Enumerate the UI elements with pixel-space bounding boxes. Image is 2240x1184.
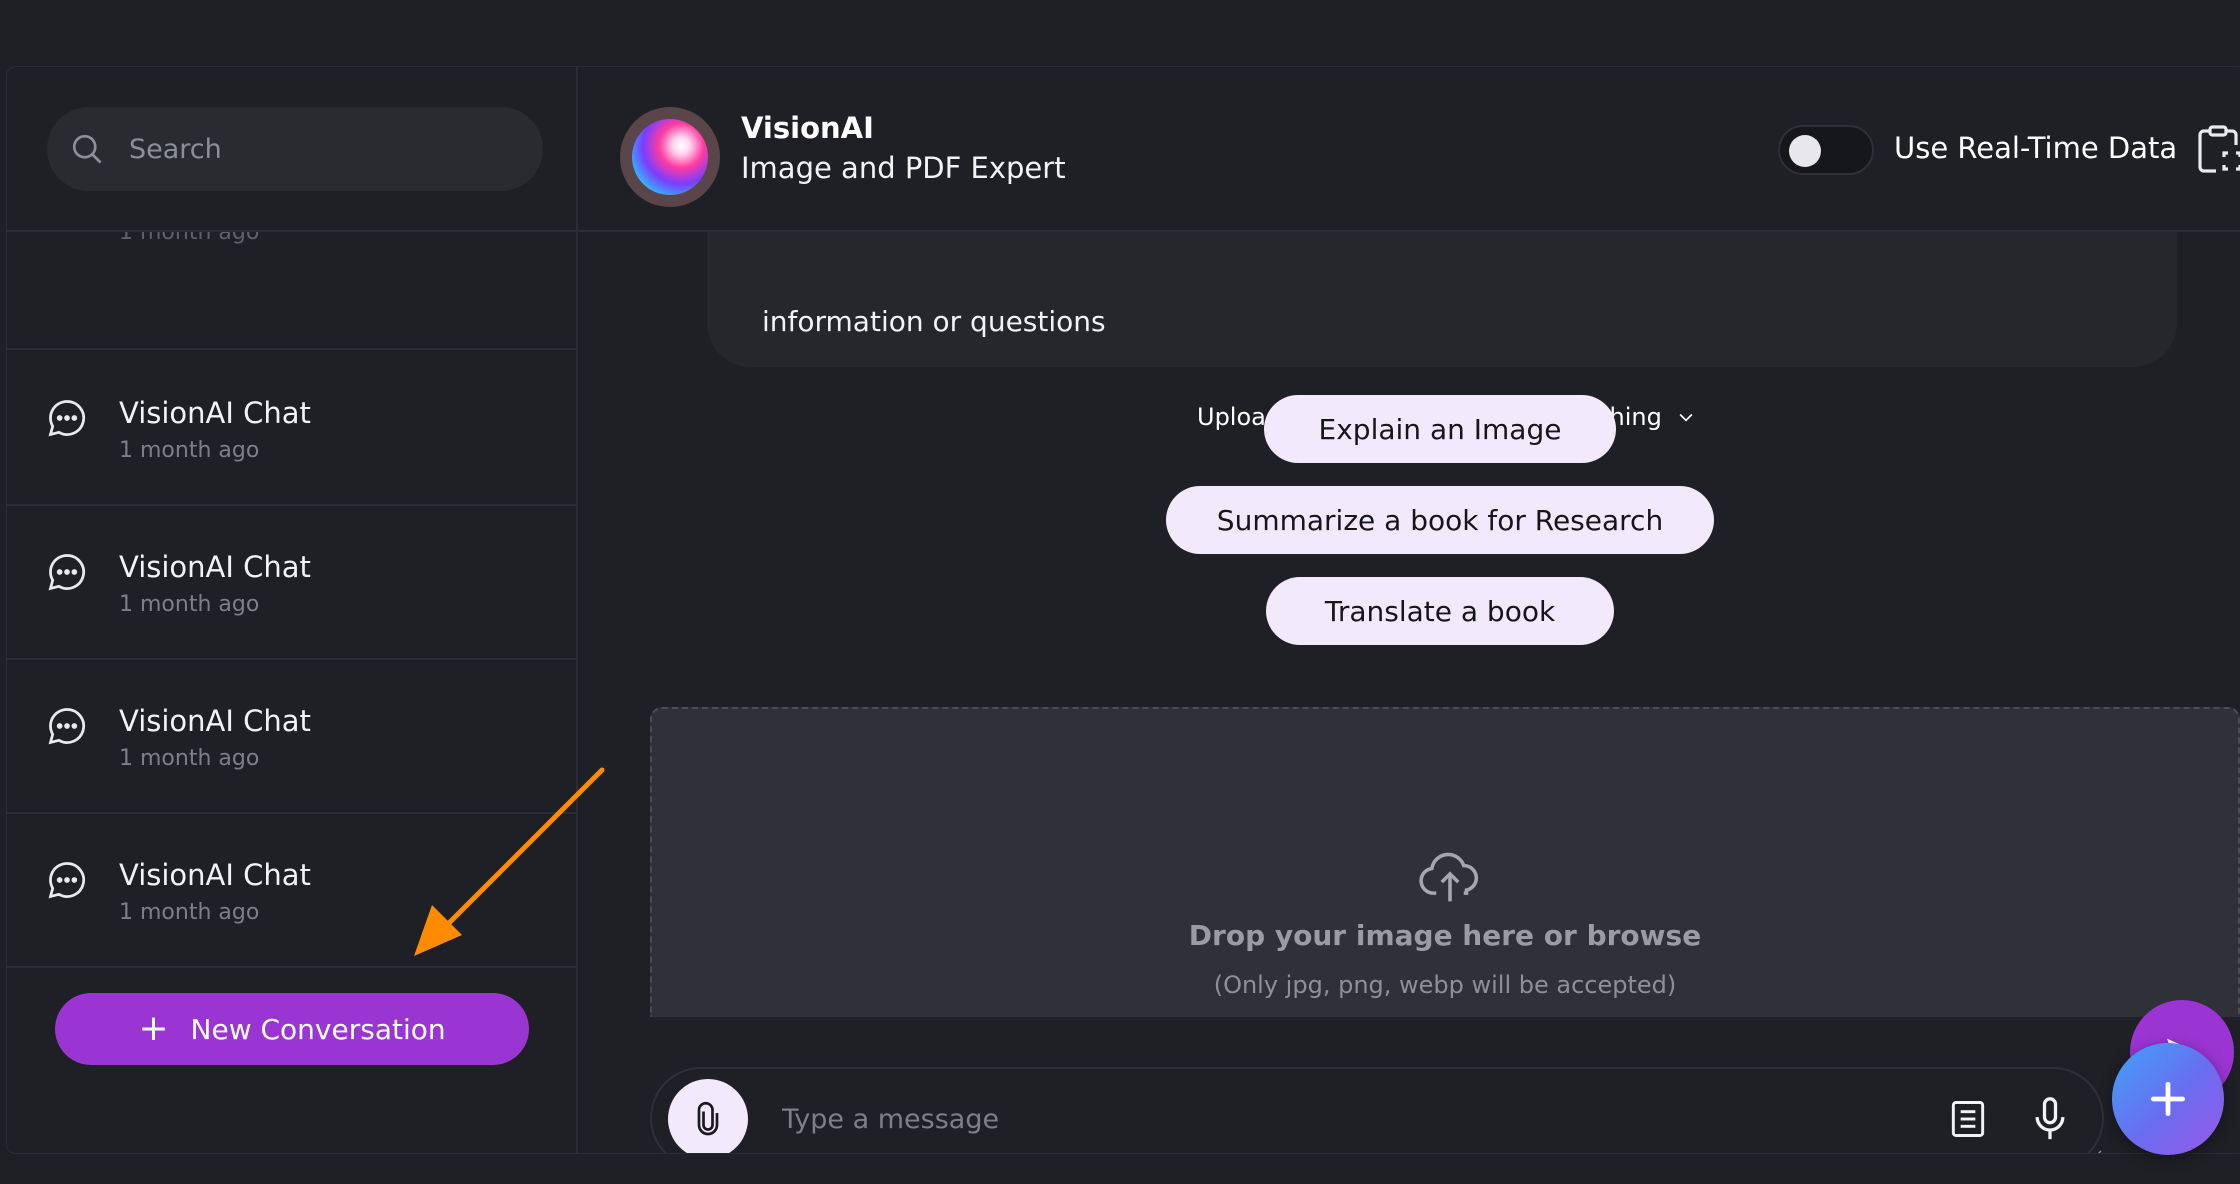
resize-grip-icon[interactable]	[2088, 1149, 2102, 1154]
app-window: Search 1 month ago VisionAI Chat 1 month…	[6, 66, 2240, 1154]
search-placeholder: Search	[129, 133, 222, 165]
attach-button[interactable]	[668, 1079, 748, 1153]
search-icon	[72, 134, 102, 164]
conversation-title: VisionAI Chat	[119, 704, 311, 738]
message-composer	[650, 1067, 2104, 1154]
conversation-item-partial[interactable]: 1 month ago	[7, 232, 576, 350]
chat-bubble-icon	[48, 400, 86, 437]
bot-avatar-image	[632, 119, 708, 195]
image-dropzone[interactable]: Drop your image here or browse (Only jpg…	[650, 707, 2240, 1017]
conversation-time: 1 month ago	[119, 900, 260, 925]
plus-icon	[2150, 1081, 2186, 1117]
sidebar: Search 1 month ago VisionAI Chat 1 month…	[7, 67, 578, 1153]
toggle-knob	[1789, 135, 1821, 167]
conversation-title: VisionAI Chat	[119, 396, 311, 430]
chat-bubble-icon	[48, 708, 86, 745]
paperclip-icon	[697, 1101, 719, 1136]
chevron-down-icon	[1679, 413, 1693, 422]
microphone-icon[interactable]	[2028, 1095, 2072, 1143]
conversation-title: VisionAI Chat	[119, 858, 311, 892]
bot-description: Image and PDF Expert	[741, 151, 1066, 185]
add-fab-button[interactable]	[2112, 1043, 2224, 1155]
conversation-item[interactable]: VisionAI Chat 1 month ago	[7, 506, 576, 660]
suggestion-explain-image[interactable]: Explain an Image	[1264, 395, 1616, 463]
clipboard-icon[interactable]	[2196, 125, 2240, 175]
dropzone-title: Drop your image here or browse	[1188, 919, 1702, 952]
message-text: information or questions	[762, 305, 1106, 338]
chat-header: VisionAI Image and PDF Expert Use Real-T…	[578, 67, 2240, 232]
suggestion-summarize-book[interactable]: Summarize a book for Research	[1166, 486, 1714, 554]
conversation-list: 1 month ago VisionAI Chat 1 month ago Vi…	[7, 232, 576, 972]
conversation-time: 1 month ago	[119, 438, 260, 463]
dropzone-subtitle: (Only jpg, png, webp will be accepted)	[1213, 971, 1677, 999]
chat-bubble-icon	[48, 554, 86, 591]
conversation-time: 1 month ago	[119, 746, 260, 771]
chat-bubble-icon	[48, 862, 86, 899]
conversation-item[interactable]: VisionAI Chat 1 month ago	[7, 814, 576, 968]
conversation-item[interactable]: VisionAI Chat 1 month ago	[7, 660, 576, 814]
conversation-title: VisionAI Chat	[119, 550, 311, 584]
message-input[interactable]	[780, 1097, 1880, 1141]
conversation-item[interactable]: VisionAI Chat 1 month ago	[7, 352, 576, 506]
cloud-upload-icon	[1419, 852, 1479, 902]
bot-name: VisionAI	[741, 111, 874, 145]
new-conversation-button[interactable]: + New Conversation	[55, 993, 529, 1065]
conversation-time: 1 month ago	[119, 232, 260, 245]
search-input[interactable]: Search	[47, 107, 543, 191]
suggestion-translate-book[interactable]: Translate a book	[1266, 577, 1614, 645]
realtime-toggle[interactable]	[1778, 125, 1874, 175]
bot-avatar	[620, 107, 720, 207]
conversation-time: 1 month ago	[119, 592, 260, 617]
document-icon[interactable]	[1946, 1097, 1990, 1141]
plus-icon: +	[138, 1008, 169, 1049]
realtime-label: Use Real-Time Data	[1894, 131, 2178, 165]
new-conversation-label: New Conversation	[190, 1012, 446, 1046]
